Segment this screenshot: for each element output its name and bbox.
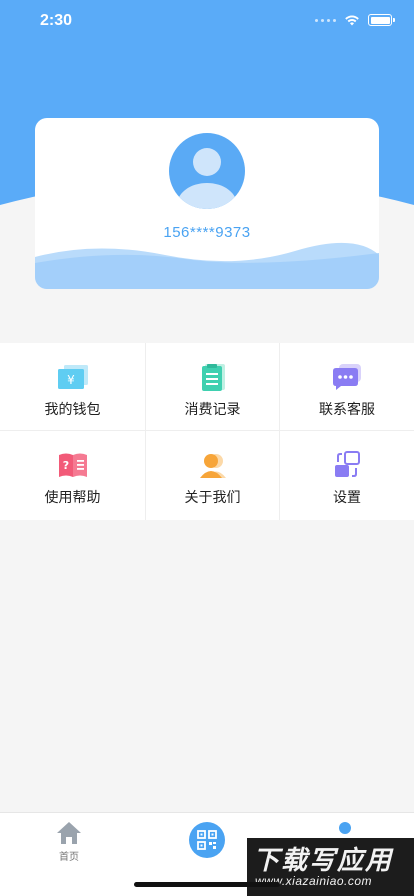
signal-icon — [315, 18, 336, 22]
battery-icon — [368, 14, 395, 26]
scan-button[interactable] — [189, 822, 225, 858]
menu-label: 消费记录 — [184, 402, 241, 418]
avatar-icon — [177, 148, 237, 209]
wallet-icon: ¥ — [56, 362, 90, 392]
home-indicator — [134, 882, 280, 887]
status-bar: 2:30 — [0, 0, 414, 44]
menu-item-records[interactable]: 消费记录 — [146, 343, 280, 431]
card-wave-decoration — [35, 242, 379, 289]
person-icon — [196, 450, 230, 480]
help-book-icon: ? — [56, 450, 90, 480]
home-icon — [57, 822, 81, 844]
menu-label: 关于我们 — [184, 490, 241, 506]
svg-text:¥: ¥ — [67, 373, 75, 387]
menu-grid: ¥ 我的钱包 消费记录 联系客服 ? 使用帮助 关于我们 设置 — [0, 343, 414, 520]
watermark: 下载写应用 www.xiazainiao.com — [247, 838, 414, 896]
qr-code-icon — [197, 830, 217, 850]
status-icons — [315, 14, 395, 26]
profile-card: 156****9373 — [35, 118, 379, 289]
menu-item-about[interactable]: 关于我们 — [146, 431, 280, 520]
svg-text:?: ? — [62, 459, 68, 472]
menu-item-help[interactable]: ? 使用帮助 — [0, 431, 146, 520]
watermark-title: 下载写应用 — [253, 846, 394, 876]
tab-home[interactable]: 首页 — [9, 813, 129, 873]
menu-label: 我的钱包 — [44, 402, 101, 418]
status-time: 2:30 — [40, 12, 73, 29]
avatar[interactable] — [169, 133, 245, 209]
menu-label: 设置 — [333, 490, 361, 506]
tab-home-label: 首页 — [59, 852, 79, 863]
receipt-icon — [196, 362, 230, 392]
menu-item-settings[interactable]: 设置 — [280, 431, 414, 520]
menu-item-wallet[interactable]: ¥ 我的钱包 — [0, 343, 146, 431]
phone-number: 156****9373 — [163, 224, 251, 241]
menu-item-contact-service[interactable]: 联系客服 — [280, 343, 414, 431]
menu-label: 联系客服 — [319, 402, 375, 418]
wifi-icon — [345, 15, 359, 26]
menu-label: 使用帮助 — [44, 490, 101, 506]
settings-icon — [330, 450, 364, 480]
chat-icon — [330, 362, 364, 392]
